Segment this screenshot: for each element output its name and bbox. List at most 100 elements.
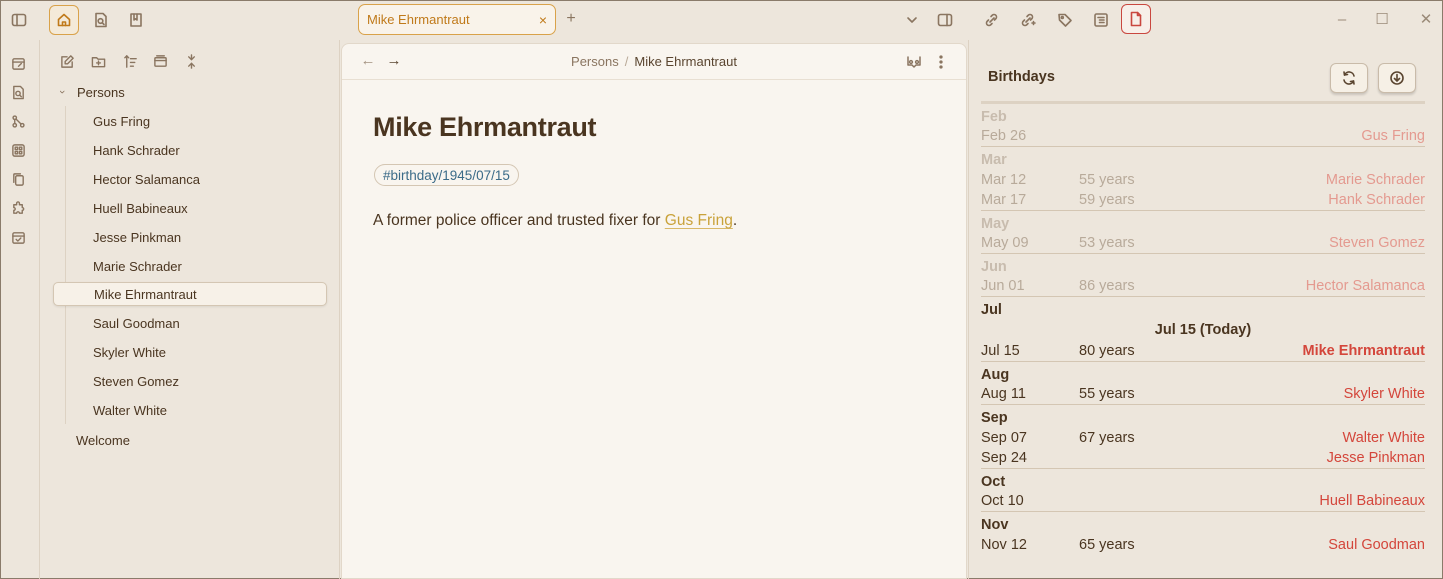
bookmark-book-icon[interactable] — [121, 5, 151, 35]
outline-icon[interactable] — [1086, 5, 1116, 35]
right-sidebar-toggle-icon[interactable] — [930, 5, 960, 35]
birthday-person-link[interactable]: Huell Babineaux — [1319, 493, 1425, 509]
birthday-date: Mar 17 — [981, 192, 1027, 208]
birthday-row-hector-salamanca[interactable]: Jun 01 86 years Hector Salamanca — [981, 276, 1425, 297]
month-header-feb: Feb — [981, 109, 1007, 125]
internal-link-gus-fring[interactable]: Gus Fring — [665, 212, 733, 229]
new-tab-button[interactable]: + — [562, 10, 580, 28]
file-item-gus-fring[interactable]: Gus Fring — [53, 109, 327, 133]
new-folder-icon[interactable] — [86, 50, 110, 72]
download-button[interactable] — [1378, 63, 1416, 93]
birthday-person-link[interactable]: Jesse Pinkman — [1327, 450, 1425, 466]
birthday-date: Aug 11 — [981, 386, 1026, 402]
title-bar: Mike Ehrmantraut × + – ☐ ✕ — [0, 0, 1443, 40]
month-header-jul: Jul — [981, 302, 1002, 318]
breadcrumb-folder[interactable]: Persons — [571, 54, 619, 69]
birthday-date: Mar 12 — [981, 171, 1027, 188]
close-window-button[interactable]: ✕ — [1414, 8, 1438, 30]
birthday-person-link[interactable]: Marie Schrader — [1326, 172, 1425, 188]
birthday-date: Oct 10 — [981, 493, 1024, 509]
sidebar-toggle-icon[interactable] — [4, 5, 34, 35]
canvas-icon[interactable] — [8, 140, 28, 160]
birthday-date: Jul 15 — [981, 343, 1020, 359]
birthday-age: 55 years — [1079, 386, 1135, 402]
birthday-row-jesse-pinkman[interactable]: Sep 24 Jesse Pinkman — [981, 448, 1425, 469]
note-title: Mike Ehrmantraut — [373, 112, 597, 142]
folder-label: Persons — [77, 84, 125, 100]
birthdays-view-icon[interactable] — [1121, 4, 1151, 34]
plugin-puzzle-icon[interactable] — [8, 198, 28, 218]
birthday-person-link[interactable]: Gus Fring — [1361, 128, 1425, 144]
breadcrumb-separator: / — [624, 54, 629, 69]
file-item-marie-schrader[interactable]: Marie Schrader — [53, 254, 327, 278]
breadcrumb: Persons / Mike Ehrmantraut — [342, 54, 966, 69]
file-item-welcome[interactable]: Welcome — [76, 429, 130, 451]
breadcrumb-current[interactable]: Mike Ehrmantraut — [634, 54, 737, 69]
birthday-age: 67 years — [1079, 429, 1135, 446]
daily-note-icon[interactable] — [8, 53, 28, 73]
birthday-person-link[interactable]: Mike Ehrmantraut — [1303, 343, 1425, 359]
backlinks-icon[interactable] — [977, 5, 1007, 35]
file-item-mike-ehrmantraut[interactable]: Mike Ehrmantraut — [53, 282, 327, 306]
birthday-row-walter-white[interactable]: Sep 07 67 years Walter White — [981, 427, 1425, 448]
birthday-date: Feb 26 — [981, 128, 1027, 144]
month-header-nov: Nov — [981, 517, 1009, 533]
new-note-icon[interactable] — [55, 50, 79, 72]
file-item-walter-white[interactable]: Walter White — [53, 398, 327, 422]
chevron-down-icon: › — [56, 90, 68, 94]
birthday-row-huell-babineaux[interactable]: Oct 10 Huell Babineaux — [981, 491, 1425, 512]
file-item-hector-salamanca[interactable]: Hector Salamanca — [53, 167, 327, 191]
birthday-tag[interactable]: #birthday/1945/07/15 — [374, 164, 519, 186]
birthdays-panel: Birthdays Feb Feb 26 Gus Fring Mar Mar 12 55 … — [968, 40, 1443, 579]
folder-persons[interactable]: › Persons — [55, 81, 125, 103]
month-header-sep: Sep — [981, 410, 1008, 426]
birthday-date: Jun 01 — [981, 278, 1025, 294]
body-text: A former police officer and trusted fixe… — [373, 212, 665, 229]
birthday-row-marie-schrader[interactable]: Mar 12 55 years Marie Schrader — [981, 169, 1425, 190]
minimize-button[interactable]: – — [1330, 8, 1354, 30]
birthday-person-link[interactable]: Skyler White — [1344, 386, 1425, 402]
birthday-age: 80 years — [1079, 343, 1135, 359]
birthday-date: Sep 07 — [981, 429, 1027, 446]
file-item-huell-babineaux[interactable]: Huell Babineaux — [53, 196, 327, 220]
calendar-check-icon[interactable] — [8, 227, 28, 247]
tab-close-icon[interactable]: × — [539, 12, 547, 28]
chevron-down-icon[interactable] — [897, 5, 927, 35]
month-header-oct: Oct — [981, 474, 1006, 490]
birthday-person-link[interactable]: Walter White — [1343, 430, 1425, 446]
birthday-person-link[interactable]: Saul Goodman — [1328, 537, 1425, 553]
birthday-row-mike-ehrmantraut[interactable]: Jul 15 80 years Mike Ehrmantraut — [981, 341, 1425, 362]
graph-view-icon[interactable] — [8, 111, 28, 131]
tab-mike-ehrmantraut[interactable]: Mike Ehrmantraut × — [358, 4, 556, 35]
birthday-person-link[interactable]: Hank Schrader — [1328, 192, 1425, 208]
auto-reveal-icon[interactable] — [148, 50, 172, 72]
birthday-row-saul-goodman[interactable]: Nov 12 65 years Saul Goodman — [981, 534, 1425, 555]
birthday-row-hank-schrader[interactable]: Mar 17 59 years Hank Schrader — [981, 190, 1425, 211]
file-item-skyler-white[interactable]: Skyler White — [53, 340, 327, 364]
collapse-all-icon[interactable] — [179, 50, 203, 72]
month-header-mar: Mar — [981, 152, 1007, 168]
quick-switcher-icon[interactable] — [8, 82, 28, 102]
tag-icon[interactable] — [1050, 5, 1080, 35]
birthday-person-link[interactable]: Hector Salamanca — [1306, 278, 1425, 294]
birthday-age: 86 years — [1079, 278, 1135, 294]
birthday-row-skyler-white[interactable]: Aug 11 55 years Skyler White — [981, 384, 1425, 405]
file-item-jesse-pinkman[interactable]: Jesse Pinkman — [53, 225, 327, 249]
editor-header: ← → Persons / Mike Ehrmantraut — [342, 44, 966, 80]
birthday-age: 59 years — [1079, 192, 1135, 208]
outgoing-links-icon[interactable] — [1013, 5, 1043, 35]
file-item-steven-gomez[interactable]: Steven Gomez — [53, 369, 327, 393]
reading-view-icon[interactable] — [904, 52, 924, 72]
birthday-person-link[interactable]: Steven Gomez — [1329, 235, 1425, 251]
copy-files-icon[interactable] — [8, 169, 28, 189]
refresh-button[interactable] — [1330, 63, 1368, 93]
home-icon[interactable] — [49, 5, 79, 35]
birthday-row-steven-gomez[interactable]: May 09 53 years Steven Gomez — [981, 233, 1425, 254]
maximize-button[interactable]: ☐ — [1370, 8, 1394, 30]
sort-icon[interactable] — [118, 50, 142, 72]
file-item-hank-schrader[interactable]: Hank Schrader — [53, 138, 327, 162]
birthday-row-gus-fring[interactable]: Feb 26 Gus Fring — [981, 126, 1425, 147]
file-item-saul-goodman[interactable]: Saul Goodman — [53, 311, 327, 335]
search-file-icon[interactable] — [86, 5, 116, 35]
more-options-icon[interactable] — [931, 52, 951, 72]
